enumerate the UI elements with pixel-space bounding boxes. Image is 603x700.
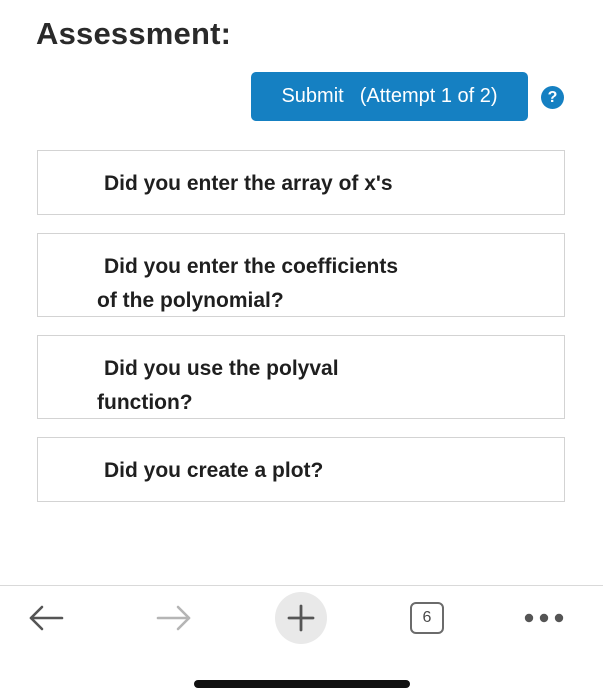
question-text: Did you enter the array of x's (104, 172, 393, 195)
question-text: Did you create a plot? (104, 459, 324, 482)
question-card-4[interactable]: Did you create a plot? (37, 437, 565, 502)
tab-count-button[interactable]: 6 (410, 602, 444, 634)
question-card-1[interactable]: Did you enter the array of x's (37, 150, 565, 215)
tab-count: 6 (422, 609, 432, 626)
question-text: Did you enter the coefficients (104, 255, 399, 278)
attempt-counter: (Attempt 1 of 2) (359, 85, 498, 107)
page: Assessment: Submit (Attempt 1 of 2) ? Di… (0, 0, 603, 700)
question-text: Did you use the polyval (104, 357, 339, 380)
question-card-2[interactable]: Did you enter the coefficients of the po… (37, 233, 565, 317)
question-card-3[interactable]: Did you use the polyval function? (37, 335, 565, 419)
back-arrow-icon[interactable] (26, 600, 66, 636)
submit-label: Submit (281, 85, 344, 107)
forward-arrow-icon[interactable] (154, 600, 194, 636)
question-circle-icon[interactable]: ? (541, 86, 564, 109)
page-title: Assessment: (36, 16, 232, 51)
more-dots-icon[interactable] (522, 606, 566, 630)
plus-icon[interactable] (275, 592, 327, 644)
help-glyph: ? (547, 88, 558, 106)
question-text-continued: of the polynomial? (97, 289, 284, 312)
home-indicator (194, 680, 410, 688)
submit-button[interactable]: Submit (Attempt 1 of 2) (251, 72, 528, 121)
question-text-continued: function? (97, 391, 193, 414)
